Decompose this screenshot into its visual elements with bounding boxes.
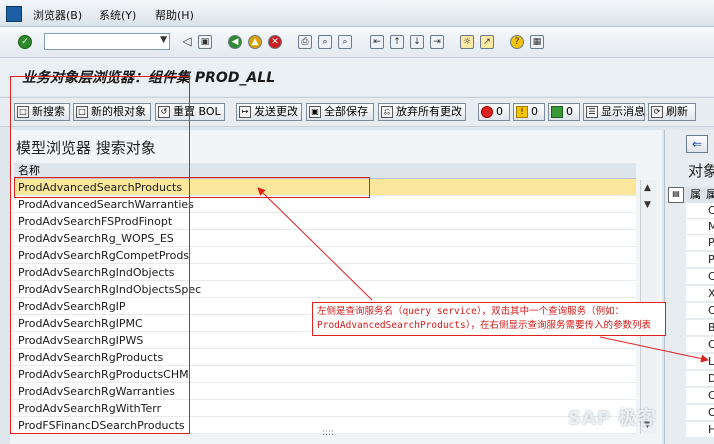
annotation-line-1: 左侧是查询服务名（query service），双击其中一个查询服务（例如： — [317, 306, 625, 317]
annotation-note: 左侧是查询服务名（query service），双击其中一个查询服务（例如： P… — [312, 302, 666, 336]
annotation-line-2: ProdAdvancedSearchProducts），在右侧显示查询服务需要传… — [317, 320, 651, 331]
arrow-to-row — [257, 187, 373, 301]
watermark: SAP 极客 — [568, 408, 657, 429]
annotation-arrows — [257, 187, 709, 363]
arrow-to-params — [599, 336, 709, 363]
